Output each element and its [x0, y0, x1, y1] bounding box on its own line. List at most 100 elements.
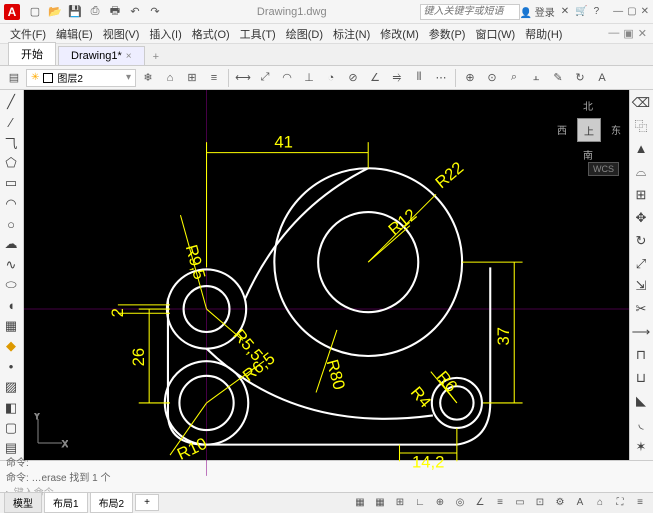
rotate-tool[interactable]: ↻	[630, 230, 652, 252]
extend-tool[interactable]: ⟶	[630, 321, 652, 343]
status-grid-icon[interactable]: ▦	[371, 495, 389, 511]
chamfer-tool[interactable]: ◣	[630, 390, 652, 412]
menu-param[interactable]: 参数(P)	[425, 24, 470, 44]
wcs-label[interactable]: WCS	[588, 162, 619, 176]
menu-modify[interactable]: 修改(M)	[376, 24, 423, 44]
search-input[interactable]	[420, 4, 520, 20]
gradient-tool[interactable]: ◧	[0, 398, 22, 417]
close-icon[interactable]: ✕	[641, 6, 649, 17]
edit-icon[interactable]: ✎	[548, 68, 568, 88]
tab-close-icon[interactable]: ×	[126, 51, 132, 62]
dim-ordinate-icon[interactable]: ⊥	[299, 68, 319, 88]
help-icon[interactable]: ?	[594, 6, 600, 17]
maximize-icon[interactable]: ▢	[627, 6, 636, 17]
style-icon[interactable]: A	[592, 68, 612, 88]
status-polar-icon[interactable]: ⊕	[431, 495, 449, 511]
tab-drawing1[interactable]: Drawing1* ×	[58, 46, 145, 65]
ellipse-tool[interactable]: ⬭	[0, 276, 22, 295]
layer-ico-4[interactable]: ≡	[204, 68, 224, 88]
status-ortho-icon[interactable]: ∟	[411, 495, 429, 511]
status-full-icon[interactable]: ⛶	[611, 495, 629, 511]
doc-close-icon[interactable]: ✕	[638, 27, 647, 40]
point-tool[interactable]: •	[0, 357, 22, 376]
view-cube[interactable]: 北 南 东 西 上	[557, 98, 621, 162]
layer-ico-2[interactable]: ⌂	[160, 68, 180, 88]
tab-layout-add[interactable]: +	[135, 494, 159, 511]
jog-icon[interactable]: ⫠	[526, 68, 546, 88]
minimize-icon[interactable]: —	[613, 6, 623, 17]
trim-tool[interactable]: ✂	[630, 298, 652, 320]
dim-arc-icon[interactable]: ◠	[277, 68, 297, 88]
menu-insert[interactable]: 插入(I)	[145, 24, 185, 44]
doc-minimize-icon[interactable]: —	[608, 27, 619, 40]
menu-format[interactable]: 格式(O)	[188, 24, 234, 44]
move-tool[interactable]: ✥	[630, 207, 652, 229]
menu-tools[interactable]: 工具(T)	[236, 24, 280, 44]
new-icon[interactable]: ▢	[26, 3, 44, 21]
print-icon[interactable]: 🖶	[106, 3, 124, 21]
menu-view[interactable]: 视图(V)	[99, 24, 144, 44]
polyline-tool[interactable]: ⺄	[0, 133, 22, 152]
layer-props-icon[interactable]: ▤	[4, 68, 24, 88]
break-tool[interactable]: ⊓	[630, 344, 652, 366]
insert-block-tool[interactable]: ▦	[0, 316, 22, 335]
cart-icon[interactable]: 🛒	[575, 6, 587, 17]
construction-line-tool[interactable]: ∕	[0, 112, 22, 131]
status-customize-icon[interactable]: ≡	[631, 495, 649, 511]
tab-layout2[interactable]: 布局2	[90, 492, 134, 513]
status-lwt-icon[interactable]: ≡	[491, 495, 509, 511]
rectangle-tool[interactable]: ▭	[0, 174, 22, 193]
offset-tool[interactable]: ⌓	[630, 161, 652, 183]
view-cube-top[interactable]: 上	[577, 118, 601, 142]
status-otrack-icon[interactable]: ∠	[471, 495, 489, 511]
tab-model[interactable]: 模型	[4, 492, 42, 513]
polygon-tool[interactable]: ⬠	[0, 153, 22, 172]
dim-angular-icon[interactable]: ∠	[365, 68, 385, 88]
update-icon[interactable]: ↻	[570, 68, 590, 88]
dim-baseline-icon[interactable]: ⫴	[409, 68, 429, 88]
array-tool[interactable]: ⊞	[630, 184, 652, 206]
line-tool[interactable]: ╱	[0, 92, 22, 111]
scale-tool[interactable]: ⤢	[630, 253, 652, 275]
join-tool[interactable]: ⊔	[630, 367, 652, 389]
status-dyn-icon[interactable]: ▭	[511, 495, 529, 511]
login-button[interactable]: 👤 登录	[520, 4, 555, 19]
layer-ico-1[interactable]: ❄	[138, 68, 158, 88]
doc-restore-icon[interactable]: ▣	[623, 27, 633, 40]
save-icon[interactable]: 💾	[66, 3, 84, 21]
erase-tool[interactable]: ⌫	[630, 92, 652, 114]
tolerance-icon[interactable]: ⊕	[460, 68, 480, 88]
dim-continue-icon[interactable]: ⋯	[431, 68, 451, 88]
spline-tool[interactable]: ∿	[0, 255, 22, 274]
dim-aligned-icon[interactable]: ⤢	[255, 68, 275, 88]
dim-quick-icon[interactable]: ⥤	[387, 68, 407, 88]
tab-layout1[interactable]: 布局1	[44, 492, 88, 513]
saveas-icon[interactable]: ⎙	[86, 3, 104, 21]
menu-dimension[interactable]: 标注(N)	[329, 24, 374, 44]
region-tool[interactable]: ▢	[0, 418, 22, 437]
layer-dropdown[interactable]: ✳ 图层2 ▾	[26, 69, 136, 87]
app-logo[interactable]: A	[4, 4, 20, 20]
stretch-tool[interactable]: ⇲	[630, 276, 652, 298]
copy-tool[interactable]: ⿻	[630, 115, 652, 137]
inspect-icon[interactable]: ⌕	[504, 68, 524, 88]
dim-diameter-icon[interactable]: ⊘	[343, 68, 363, 88]
drawing-canvas[interactable]: 41 R22 R12 R9,5 R5,5 R80 R6,5 R6 R4 R10 …	[24, 90, 629, 460]
revcloud-tool[interactable]: ☁	[0, 235, 22, 254]
make-block-tool[interactable]: ◆	[0, 337, 22, 356]
menu-edit[interactable]: 编辑(E)	[52, 24, 97, 44]
menu-file[interactable]: 文件(F)	[6, 24, 50, 44]
status-ws-icon[interactable]: ⌂	[591, 495, 609, 511]
menu-help[interactable]: 帮助(H)	[521, 24, 566, 44]
redo-icon[interactable]: ↷	[146, 3, 164, 21]
menu-window[interactable]: 窗口(W)	[471, 24, 519, 44]
arc-tool[interactable]: ◠	[0, 194, 22, 213]
status-qp-icon[interactable]: ⊡	[531, 495, 549, 511]
exchange-icon[interactable]: ✕	[561, 6, 569, 17]
layer-ico-3[interactable]: ⊞	[182, 68, 202, 88]
menu-draw[interactable]: 绘图(D)	[282, 24, 327, 44]
ellipse-arc-tool[interactable]: ◖	[0, 296, 22, 315]
center-icon[interactable]: ⊙	[482, 68, 502, 88]
fillet-tool[interactable]: ◟	[630, 413, 652, 435]
status-osnap-icon[interactable]: ◎	[451, 495, 469, 511]
